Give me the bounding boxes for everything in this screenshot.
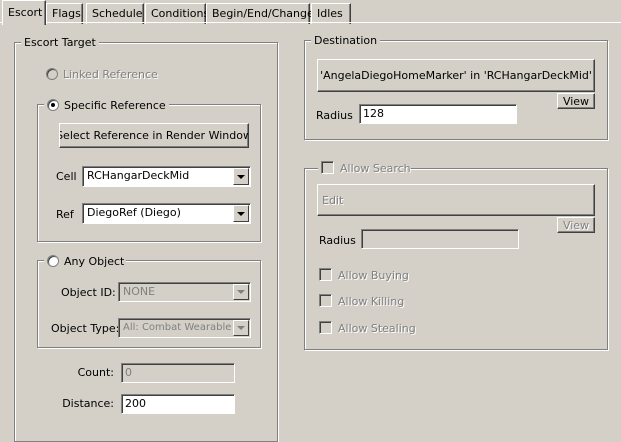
allow-search-header: Allow Search: [318, 160, 411, 176]
allow-buying-checkbox[interactable]: [319, 268, 332, 281]
count-label: Count:: [77, 366, 114, 379]
search-view-button[interactable]: View: [557, 217, 595, 233]
specific-reference-header: Specific Reference: [44, 97, 169, 113]
tab-conditions[interactable]: Conditions: [145, 3, 209, 24]
allow-buying-label: Allow Buying: [338, 269, 409, 282]
tab-idles[interactable]: Idles: [311, 3, 351, 24]
search-radius-input[interactable]: [361, 229, 519, 249]
count-input[interactable]: 0: [121, 363, 235, 383]
destination-title: Destination: [311, 34, 381, 47]
allow-stealing-checkbox[interactable]: [319, 321, 332, 334]
search-radius-label: Radius: [319, 234, 356, 247]
object-type-label: Object Type:: [51, 322, 120, 335]
allow-search-label: Allow Search: [340, 162, 411, 175]
object-id-label: Object ID:: [61, 286, 116, 299]
cell-value: RCHangarDeckMid: [87, 169, 190, 182]
destination-radius-label: Radius: [316, 109, 353, 122]
distance-label: Distance:: [62, 397, 114, 410]
any-object-header: Any Object: [44, 253, 126, 269]
ref-select[interactable]: DiegoRef (Diego): [82, 203, 251, 224]
object-type-value: All: Combat Wearable: [123, 322, 232, 333]
allow-killing-checkbox[interactable]: [319, 294, 332, 307]
specific-reference-radio[interactable]: [47, 99, 59, 111]
destination-target-button[interactable]: 'AngelaDiegoHomeMarker' in 'RCHangarDeck…: [317, 59, 595, 92]
tab-strip: Escort Flags Schedule Conditions Begin/E…: [0, 0, 621, 25]
destination-view-button[interactable]: View: [557, 93, 595, 109]
object-id-select[interactable]: NONE: [118, 282, 251, 302]
chevron-down-icon[interactable]: [233, 284, 249, 300]
allow-stealing-label: Allow Stealing: [338, 322, 416, 335]
allow-search-checkbox[interactable]: [321, 161, 334, 174]
tab-schedule[interactable]: Schedule: [86, 3, 144, 24]
ref-value: DiegoRef (Diego): [87, 206, 181, 219]
any-object-radio[interactable]: [47, 255, 59, 267]
search-edit-button[interactable]: Edit: [317, 184, 595, 216]
destination-radius-input[interactable]: 128: [359, 104, 517, 124]
specific-reference-label: Specific Reference: [64, 99, 166, 112]
linked-reference-label: Linked Reference: [63, 68, 158, 81]
tab-flags[interactable]: Flags: [46, 3, 83, 24]
escort-target-title: Escort Target: [21, 36, 99, 49]
any-object-label: Any Object: [64, 255, 125, 268]
select-reference-button[interactable]: Select Reference in Render Window: [59, 123, 249, 148]
linked-reference-radio[interactable]: [46, 68, 58, 80]
cell-select[interactable]: RCHangarDeckMid: [82, 166, 251, 187]
ref-label: Ref: [56, 208, 74, 221]
allow-killing-label: Allow Killing: [338, 295, 405, 308]
object-id-value: NONE: [123, 285, 156, 298]
tab-escort[interactable]: Escort: [2, 0, 46, 25]
chevron-down-icon[interactable]: [233, 168, 249, 185]
distance-input[interactable]: 200: [121, 394, 235, 414]
chevron-down-icon[interactable]: [233, 320, 249, 336]
cell-label: Cell: [56, 170, 77, 183]
chevron-down-icon[interactable]: [233, 205, 249, 222]
tab-begin-end-change[interactable]: Begin/End/Change: [206, 3, 314, 24]
object-type-select[interactable]: All: Combat Wearable: [118, 318, 251, 338]
tab-baseline: [0, 22, 621, 24]
